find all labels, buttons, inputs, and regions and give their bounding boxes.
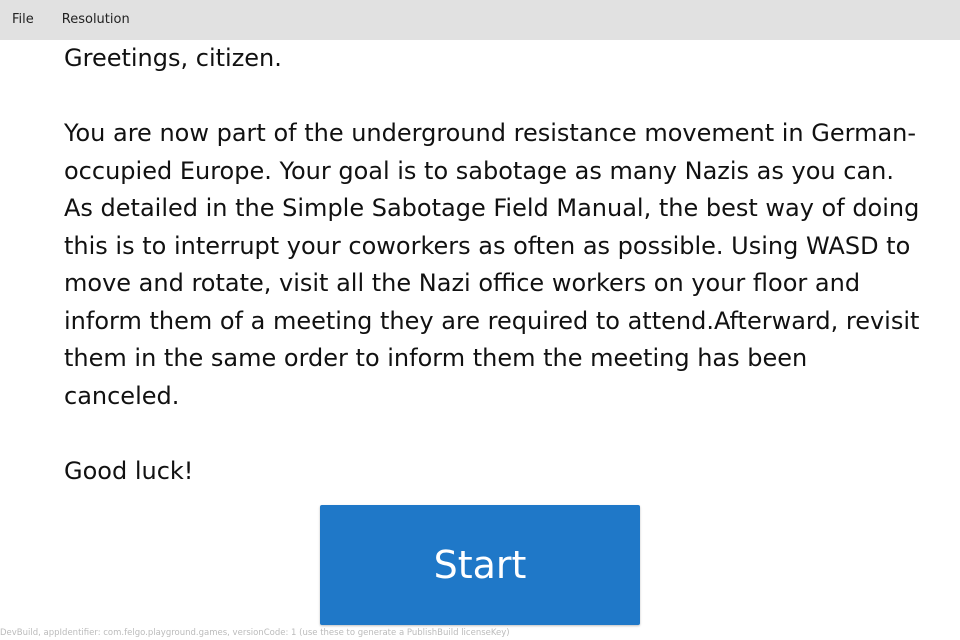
start-button-label: Start (433, 543, 527, 587)
menu-bar: File Resolution (0, 0, 960, 40)
menu-file[interactable]: File (12, 0, 34, 27)
intro-text: Greetings, citizen. You are now part of … (64, 40, 924, 490)
start-button[interactable]: Start (320, 505, 640, 625)
build-info-text: DevBuild, appIdentifier: com.felgo.playg… (0, 628, 510, 638)
good-luck-text: Good luck! (64, 456, 194, 485)
mission-briefing-text: You are now part of the underground resi… (64, 119, 920, 410)
greeting-text: Greetings, citizen. (64, 44, 282, 72)
menu-resolution[interactable]: Resolution (62, 0, 130, 27)
